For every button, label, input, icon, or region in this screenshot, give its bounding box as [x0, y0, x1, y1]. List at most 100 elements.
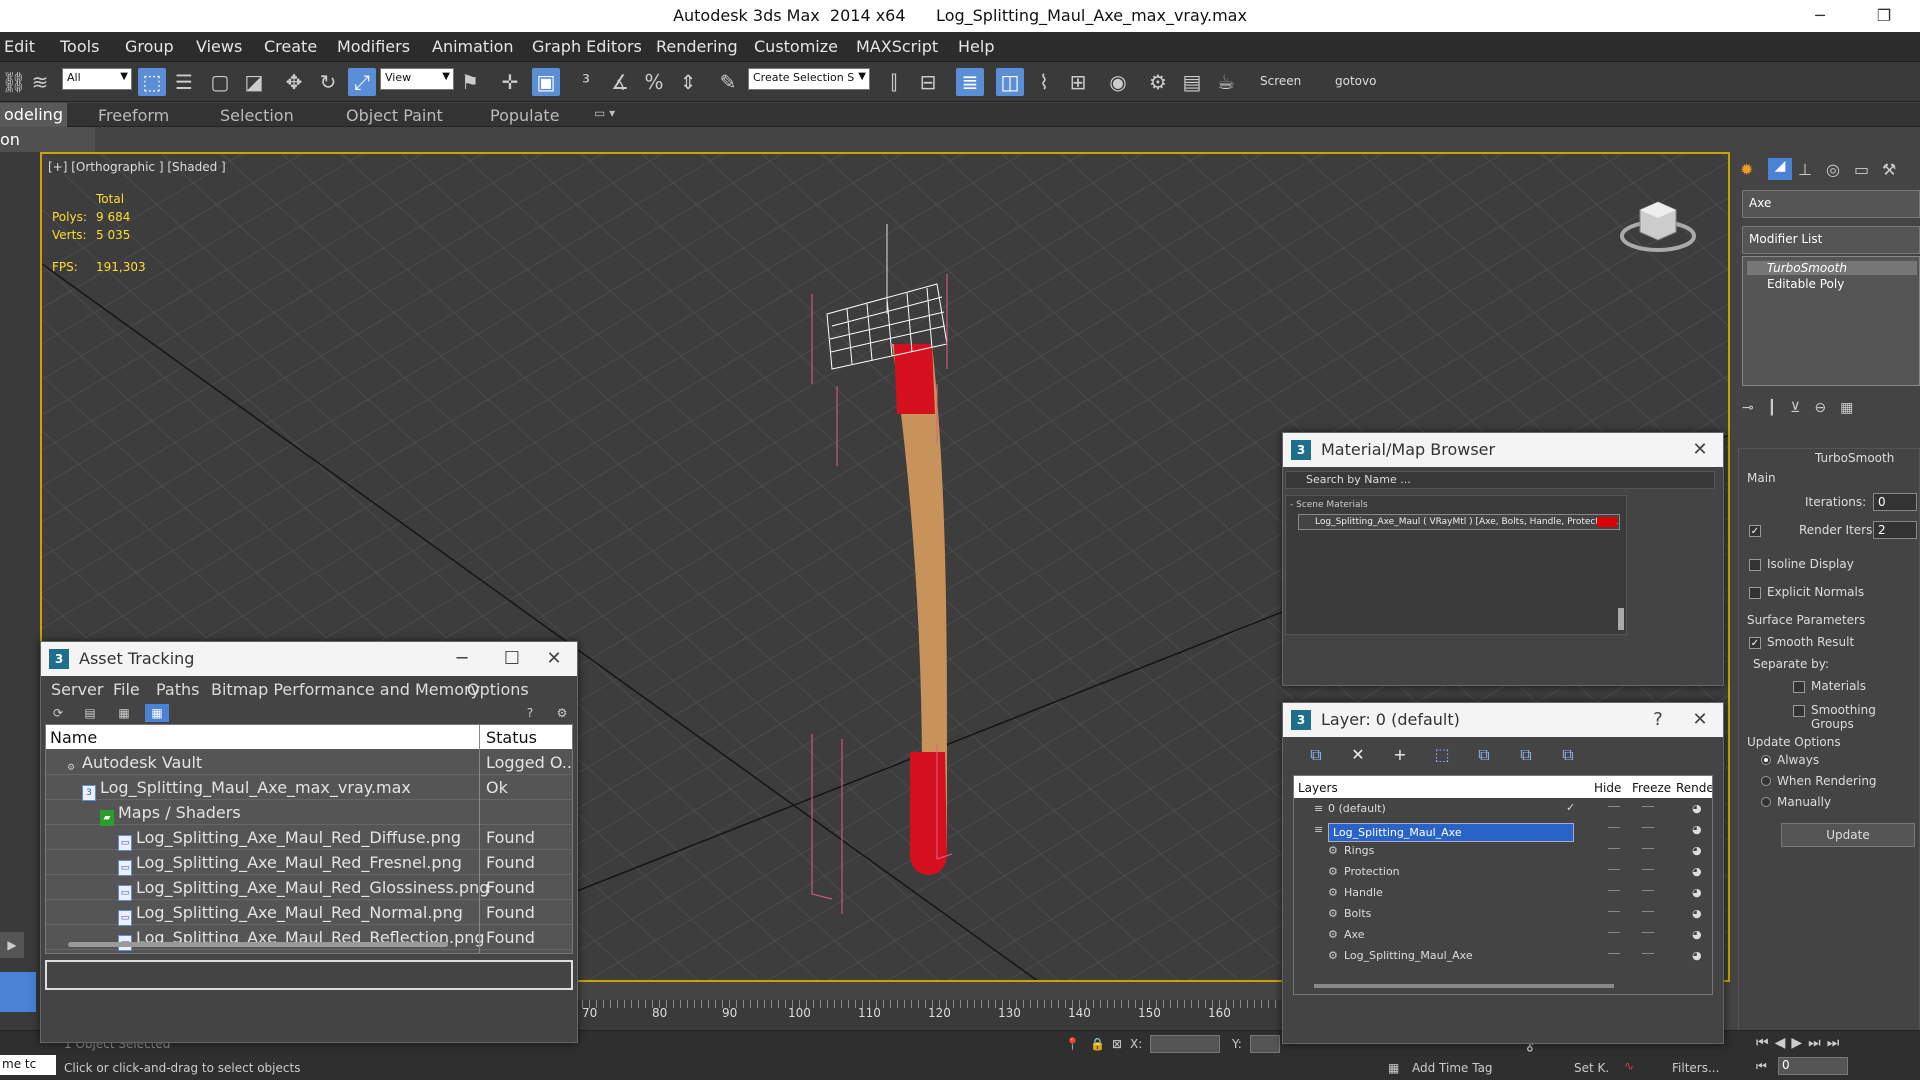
- freeze-toggle[interactable]: [1642, 869, 1654, 870]
- hide-toggle[interactable]: [1608, 848, 1620, 849]
- link-icon[interactable]: ⛓: [0, 68, 28, 96]
- named-selection-dropdown[interactable]: Create Selection S ▼: [748, 68, 870, 90]
- select-manipulate-icon[interactable]: ✛: [496, 68, 524, 96]
- help-button[interactable]: ?: [1643, 707, 1673, 733]
- smoothing-groups-checkbox[interactable]: [1793, 705, 1805, 717]
- select-by-name-icon[interactable]: ☰: [170, 68, 198, 96]
- polygon-modeling-panel[interactable]: on Modeling: [0, 127, 95, 174]
- window-crossing-icon[interactable]: ◪: [240, 68, 268, 96]
- hide-toggle[interactable]: [1608, 806, 1620, 807]
- rotate-icon[interactable]: ↻: [314, 68, 342, 96]
- render-teapot-icon[interactable]: ◕: [1692, 823, 1702, 836]
- create-tab-icon[interactable]: ✹: [1740, 160, 1753, 179]
- spinner-snap-icon[interactable]: ⇕: [674, 68, 702, 96]
- column-hide[interactable]: Hide: [1594, 781, 1621, 795]
- menu-animation[interactable]: Animation: [432, 37, 514, 56]
- column-render[interactable]: Rende: [1676, 781, 1712, 795]
- asset-row[interactable]: ▰ Maps / Shaders: [46, 800, 572, 826]
- rectangular-selection-icon[interactable]: ▢: [206, 68, 234, 96]
- menu-tools[interactable]: Tools: [60, 37, 99, 56]
- material-editor-icon[interactable]: ◉: [1104, 68, 1132, 96]
- menu-rendering[interactable]: Rendering: [656, 37, 738, 56]
- reference-coordinate-dropdown[interactable]: View ▼: [380, 68, 454, 90]
- delete-layer-icon[interactable]: ✕: [1347, 744, 1369, 766]
- rendered-frame-window-icon[interactable]: ▤: [1178, 68, 1206, 96]
- active-layer-check[interactable]: ✓: [1566, 801, 1575, 814]
- motion-tab-icon[interactable]: ◎: [1826, 160, 1840, 179]
- material-browser-titlebar[interactable]: 3 Material/Map Browser ✕: [1283, 433, 1723, 467]
- edit-named-selection-icon[interactable]: ✎: [714, 68, 742, 96]
- asset-tracking-titlebar[interactable]: 3 Asset Tracking ─ ☐ ✕: [41, 642, 577, 676]
- bind-spacewarp-icon[interactable]: ≋: [26, 68, 54, 96]
- align-icon[interactable]: ⊟: [914, 68, 942, 96]
- scene-explorer-icon[interactable]: ≣: [956, 68, 984, 96]
- ribbon-options-icon[interactable]: ▭ ▾: [594, 106, 615, 120]
- move-icon[interactable]: ✥: [280, 68, 308, 96]
- key-filter-icon[interactable]: ∿: [1624, 1059, 1634, 1073]
- stack-item-editable-poly[interactable]: Editable Poly: [1753, 277, 1844, 291]
- freeze-toggle[interactable]: [1642, 806, 1654, 807]
- render-teapot-icon[interactable]: ◕: [1692, 844, 1702, 857]
- freeze-toggle[interactable]: [1642, 911, 1654, 912]
- refresh-icon[interactable]: ⟳: [49, 704, 67, 722]
- render-setup-icon[interactable]: ⚙: [1144, 68, 1172, 96]
- add-time-tag[interactable]: Add Time Tag: [1412, 1061, 1493, 1075]
- render-iters-checkbox[interactable]: ✓: [1749, 525, 1761, 537]
- lock-icon[interactable]: 🔒: [1090, 1037, 1105, 1051]
- always-radio[interactable]: [1761, 755, 1771, 765]
- menu-bitmap-performance[interactable]: Bitmap Performance and Memory: [211, 680, 480, 699]
- asset-row[interactable]: ▭ Log_Splitting_Axe_Maul_Red_Diffuse.png F…: [46, 825, 572, 851]
- ribbon-expand-handle[interactable]: [0, 972, 36, 1012]
- menu-help[interactable]: Help: [958, 37, 994, 56]
- filters-button[interactable]: Filters...: [1672, 1061, 1719, 1075]
- freeze-all-layers-icon[interactable]: ⧉: [1557, 744, 1579, 766]
- maxscript-listener[interactable]: me tc: [0, 1055, 56, 1075]
- asset-row[interactable]: ⚙ Autodesk Vault Logged O...: [46, 750, 572, 775]
- angle-snap-icon[interactable]: ∡: [606, 68, 634, 96]
- curve-editor-icon[interactable]: ⌇: [1030, 68, 1058, 96]
- snaps-toggle-icon[interactable]: ³: [572, 68, 600, 96]
- freeze-toggle[interactable]: [1642, 953, 1654, 954]
- freeze-toggle[interactable]: [1642, 827, 1654, 828]
- mirror-icon[interactable]: ⫿: [880, 68, 908, 96]
- turbosmooth-title[interactable]: TurboSmooth: [1815, 451, 1894, 465]
- smooth-result-checkbox[interactable]: ✓: [1749, 637, 1761, 649]
- set-key-button[interactable]: Set K.: [1574, 1061, 1609, 1075]
- hierarchy-tab-icon[interactable]: ⊥: [1798, 160, 1812, 179]
- restore-button[interactable]: ❐: [1864, 2, 1904, 30]
- material-search-input[interactable]: Search by Name ...: [1285, 471, 1715, 489]
- close-icon[interactable]: ✕: [1685, 437, 1715, 463]
- absolute-mode-icon[interactable]: ⊠: [1112, 1037, 1122, 1051]
- menu-create[interactable]: Create: [264, 37, 317, 56]
- asset-row[interactable]: 3 Log_Splitting_Maul_Axe_max_vray.max Ok: [46, 775, 572, 801]
- iterations-spinner[interactable]: 0: [1873, 493, 1917, 511]
- menu-group[interactable]: Group: [125, 37, 174, 56]
- display-tab-icon[interactable]: ▭: [1854, 160, 1869, 179]
- render-iters-spinner[interactable]: 2: [1873, 521, 1917, 539]
- y-coord-field[interactable]: [1250, 1035, 1280, 1053]
- hide-toggle[interactable]: [1608, 827, 1620, 828]
- hide-all-layers-icon[interactable]: ⧉: [1515, 744, 1537, 766]
- materials-checkbox[interactable]: [1793, 681, 1805, 693]
- tab-selection[interactable]: Selection: [220, 106, 294, 125]
- render-teapot-icon[interactable]: ◕: [1692, 865, 1702, 878]
- object-name-field[interactable]: Axe: [1742, 190, 1920, 218]
- screen-label[interactable]: Screen: [1260, 74, 1301, 88]
- viewport-label[interactable]: [+] [Orthographic ] [Shaded ]: [48, 160, 226, 174]
- column-freeze[interactable]: Freeze: [1632, 781, 1671, 795]
- table-view-icon[interactable]: ▦: [115, 704, 133, 722]
- keyboard-shortcut-icon[interactable]: ▣: [532, 68, 560, 96]
- when-rendering-radio[interactable]: [1761, 776, 1771, 786]
- asset-row[interactable]: ▭ Log_Splitting_Axe_Maul_Red_Normal.png Fo…: [46, 900, 572, 926]
- layer-row[interactable]: ⚙ Log_Splitting_Maul_Axe ◕: [1294, 945, 1712, 970]
- help-icon[interactable]: ?: [521, 704, 539, 722]
- list-view-icon[interactable]: ▤: [81, 704, 99, 722]
- modify-tab-icon[interactable]: ◢: [1768, 158, 1792, 180]
- stack-tools-icons[interactable]: ⊸┃⊻⊖▦: [1742, 400, 1920, 420]
- select-object-icon[interactable]: ⬚: [138, 68, 166, 96]
- update-button[interactable]: Update: [1781, 823, 1915, 847]
- settings-icon[interactable]: ⚙: [553, 704, 571, 722]
- freeze-toggle[interactable]: [1642, 890, 1654, 891]
- schematic-view-icon[interactable]: ⊞: [1064, 68, 1092, 96]
- menu-maxscript[interactable]: MAXScript: [856, 37, 938, 56]
